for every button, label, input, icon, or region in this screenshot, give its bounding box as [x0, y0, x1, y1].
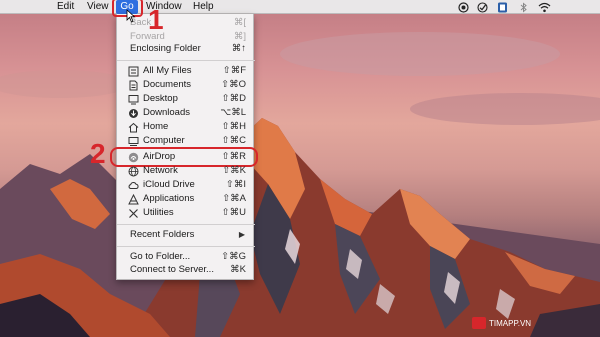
go-menu: Back ⌘[ Forward ⌘] Enclosing Folder ⌘↑ A…	[110, 14, 258, 280]
checkmark-icon[interactable]	[477, 2, 488, 13]
menu-item-utilities[interactable]: Utilities ⇧⌘U	[117, 206, 255, 220]
submenu-arrow-icon: ▶	[238, 230, 245, 239]
bluetooth-icon[interactable]	[518, 2, 529, 13]
watermark: TIMAPP.VN	[472, 316, 531, 330]
menu-item-all-my-files[interactable]: All My Files ⇧⌘F	[117, 64, 255, 78]
airdrop-icon	[128, 152, 139, 163]
home-icon	[128, 122, 139, 133]
menu-item-downloads[interactable]: Downloads ⌥⌘L	[117, 106, 255, 120]
record-icon[interactable]	[458, 2, 469, 13]
menu-item-airdrop[interactable]: AirDrop ⇧⌘R	[110, 147, 258, 167]
downloads-icon	[129, 109, 138, 118]
app-badge-icon[interactable]	[497, 2, 508, 13]
menu-view[interactable]: View	[87, 1, 109, 13]
menu-separator	[117, 60, 255, 61]
menu-edit[interactable]: Edit	[57, 1, 74, 13]
applications-icon	[128, 194, 139, 205]
cloud-icon	[128, 181, 139, 189]
documents-icon	[129, 80, 138, 91]
menu-item-documents[interactable]: Documents ⇧⌘O	[117, 78, 255, 92]
menu-item-go-to-folder[interactable]: Go to Folder... ⇧⌘G	[117, 250, 255, 264]
menu-item-computer[interactable]: Computer ⇧⌘C	[117, 134, 255, 148]
menu-item-recent-folders[interactable]: Recent Folders ▶	[117, 228, 255, 242]
menu-separator	[117, 224, 255, 225]
menu-item-back[interactable]: Back ⌘[	[117, 16, 255, 30]
watermark-logo-icon	[472, 317, 486, 329]
step-number-2: 2	[90, 138, 106, 169]
computer-icon	[128, 137, 139, 146]
menu-item-enclosing-folder[interactable]: Enclosing Folder ⌘↑	[117, 42, 255, 56]
network-icon	[128, 166, 139, 177]
mouse-cursor-icon	[126, 9, 136, 23]
all-my-files-icon	[128, 66, 139, 77]
menu-help[interactable]: Help	[193, 1, 214, 13]
menu-separator	[117, 246, 255, 247]
watermark-text: TIMAPP.VN	[489, 318, 532, 328]
menu-item-connect-to-server[interactable]: Connect to Server... ⌘K	[117, 263, 255, 277]
step-number-1: 1	[148, 4, 164, 35]
wifi-icon[interactable]	[538, 2, 551, 13]
menu-item-icloud-drive[interactable]: iCloud Drive ⇧⌘I	[117, 178, 255, 192]
menu-item-applications[interactable]: Applications ⇧⌘A	[117, 192, 255, 206]
desktop-icon	[128, 95, 139, 105]
menu-item-network[interactable]: Network ⇧⌘K	[117, 164, 255, 178]
menu-item-desktop[interactable]: Desktop ⇧⌘D	[117, 92, 255, 106]
utilities-icon	[129, 209, 138, 218]
menu-bar: Edit View Go Window Help	[0, 0, 600, 14]
desktop-wallpaper	[0, 14, 600, 337]
menu-item-home[interactable]: Home ⇧⌘H	[117, 120, 255, 134]
